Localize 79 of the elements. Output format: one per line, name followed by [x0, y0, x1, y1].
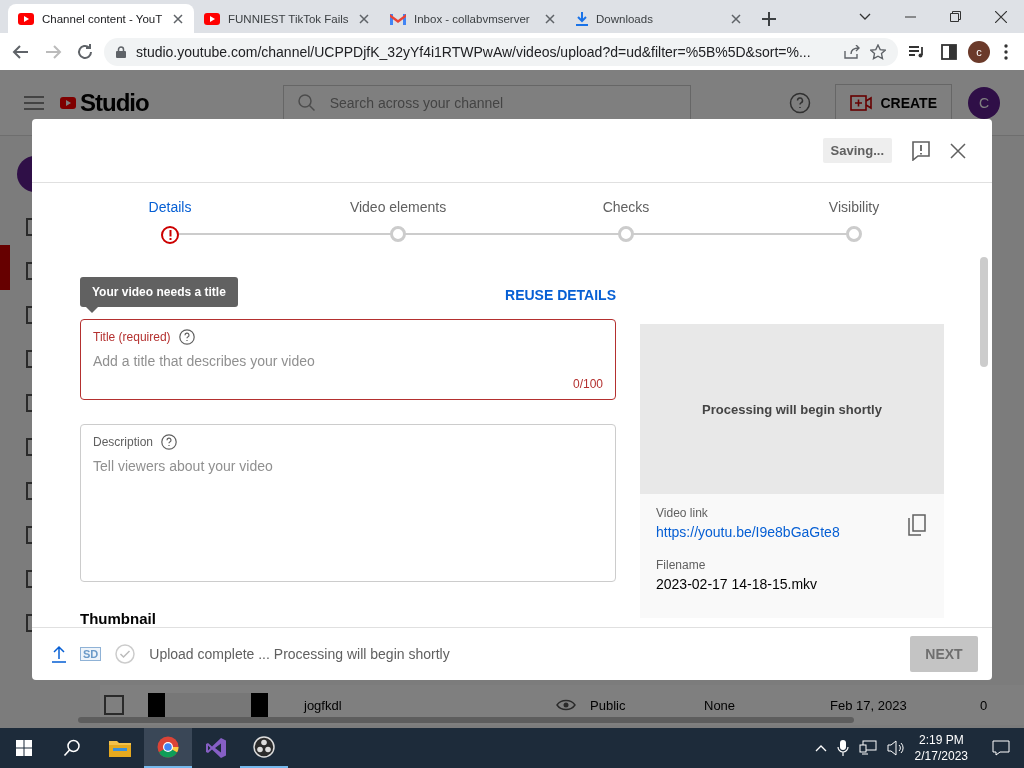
scrollbar[interactable]	[78, 717, 854, 723]
video-play-icon	[18, 12, 34, 25]
step-tab[interactable]: Checks	[602, 199, 650, 215]
saving-status: Saving...	[822, 138, 892, 163]
visual-studio-icon[interactable]	[205, 737, 227, 759]
browser-tab[interactable]: Channel content - YouT	[8, 4, 194, 33]
video-title[interactable]: jogfkdl	[304, 697, 556, 713]
description-field[interactable]: Description Tell viewers about your video	[80, 424, 616, 582]
date-cell-text: Feb 17, 2023	[830, 697, 908, 713]
network-icon[interactable]	[858, 740, 877, 756]
obs-icon[interactable]	[253, 736, 275, 758]
search-icon	[297, 93, 316, 112]
close-icon[interactable]	[995, 10, 1007, 23]
info-label: Video link	[656, 506, 709, 520]
windows-start-icon[interactable]	[16, 740, 32, 756]
notification-icon[interactable]	[992, 740, 1010, 756]
chevron-up-icon[interactable]	[814, 744, 827, 752]
close-icon[interactable]	[544, 12, 556, 25]
eye-icon	[556, 699, 576, 711]
visibility-cell-text: Public	[590, 697, 627, 713]
menu-icon[interactable]	[24, 94, 44, 111]
download-icon	[576, 11, 588, 26]
chevron-down-icon[interactable]	[859, 12, 871, 21]
plus-icon[interactable]	[762, 11, 776, 26]
row-checkbox[interactable]	[104, 695, 124, 715]
step-tab[interactable]: Video elements	[349, 199, 447, 215]
step-tab[interactable]: Visibility	[828, 199, 880, 215]
search-icon[interactable]	[63, 739, 81, 757]
video-link[interactable]: https://youtu.be/I9e8bGaGte8	[656, 524, 928, 540]
feedback-icon[interactable]	[912, 140, 930, 161]
speaker-icon[interactable]	[886, 740, 905, 756]
video-play-icon	[204, 12, 220, 25]
active-nav-indicator	[0, 245, 10, 290]
restrictions-cell-text: None	[704, 697, 737, 713]
envelope-icon	[390, 12, 406, 25]
processing-message: Processing will begin shortly	[702, 401, 882, 417]
account-avatar[interactable]: C	[968, 86, 1000, 119]
tooltip-pointer-icon	[86, 307, 98, 313]
browser-tab[interactable]: Downloads	[566, 4, 752, 33]
microphone-icon[interactable]	[836, 740, 849, 756]
copy-icon[interactable]	[908, 514, 926, 536]
studio-logo[interactable]: Studio	[60, 88, 149, 117]
address-bar[interactable]: studio.youtube.com/channel/UCPPDjfK_32yYf4i1RTWPwAw/videos/upload?d=ud&filter=%5B%5D&sort=%...	[104, 37, 898, 66]
close-icon[interactable]	[730, 12, 742, 25]
filename-value: 2023-02-17 14-18-15.mkv	[656, 576, 819, 592]
close-icon[interactable]	[358, 12, 370, 25]
field-label: Description	[93, 435, 154, 449]
folder-icon[interactable]	[109, 739, 131, 757]
tooltip: Your video needs a title	[80, 277, 238, 307]
restore-icon[interactable]	[950, 11, 961, 22]
info-label: Filename	[656, 558, 707, 572]
section-heading: Thumbnail	[80, 610, 157, 627]
step-tab[interactable]: Details	[148, 199, 192, 215]
star-icon[interactable]	[870, 43, 886, 60]
browser-tab[interactable]: FUNNIEST TikTok Fails	[194, 4, 380, 33]
upload-status: Upload complete ... Processing will begin shortly	[149, 646, 450, 662]
system-clock[interactable]: 2:19 PM 2/17/2023	[914, 732, 968, 764]
help-icon[interactable]	[178, 329, 195, 345]
minimize-icon[interactable]	[905, 15, 916, 18]
help-icon[interactable]	[161, 434, 178, 450]
check-circle-icon	[115, 644, 136, 664]
profile-avatar[interactable]: c	[968, 40, 990, 63]
chrome-icon[interactable]	[157, 736, 179, 758]
close-icon[interactable]	[950, 142, 966, 159]
play-logo-icon	[60, 96, 76, 109]
lock-icon	[116, 45, 126, 58]
character-counter: 0/100	[572, 377, 603, 391]
field-label: Title (required)	[93, 330, 171, 344]
share-icon[interactable]	[844, 44, 860, 59]
title-field[interactable]: Title (required) Add a title that describes your video 0/100	[80, 319, 616, 400]
reuse-details-button[interactable]: REUSE DETAILS	[505, 287, 616, 303]
scrollbar[interactable]	[980, 257, 988, 367]
quality-badge: SD	[80, 647, 102, 661]
video-plus-icon	[850, 94, 873, 111]
close-icon[interactable]	[172, 12, 184, 25]
help-icon[interactable]	[789, 91, 812, 114]
upload-icon	[52, 645, 66, 663]
views-cell: 0	[980, 697, 988, 713]
browser-tab[interactable]: Inbox - collabvmserver	[380, 4, 566, 33]
